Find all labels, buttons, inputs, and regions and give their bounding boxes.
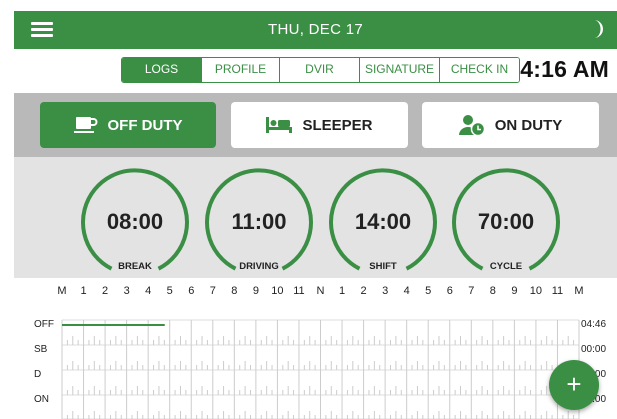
hour-label: 10 [529,285,543,297]
row-label-on: ON [34,394,49,405]
tab-profile[interactable]: PROFILE [202,58,280,82]
hour-label: M [574,285,584,297]
hour-label: 7 [209,285,216,297]
cycle-timer-label: CYCLE [489,261,523,272]
coffee-cup-icon [73,117,97,133]
hour-label: 8 [231,285,238,297]
tab-group: LOGS PROFILE DVIR SIGNATURE CHECK IN [121,57,520,83]
driving-timer: 11:00 DRIVING [203,163,315,275]
hour-label: 1 [338,285,346,297]
hour-label: 9 [511,285,518,297]
tab-bar: LOGS PROFILE DVIR SIGNATURE CHECK IN 4:1… [14,49,617,93]
hour-label: 3 [123,285,130,297]
hour-label: 6 [188,285,195,297]
break-timer: 08:00 BREAK [79,163,191,275]
shift-timer-value: 14:00 [354,209,412,234]
total-sb: 00:00 [581,344,607,355]
row-label-sb: SB [34,344,48,355]
row-label-off: OFF [34,319,54,330]
cycle-timer: 70:00 CYCLE [450,163,562,275]
moon-icon[interactable] [587,19,605,39]
tab-signature[interactable]: SIGNATURE [360,58,440,82]
hour-label: 2 [102,285,109,297]
hour-label: 4 [403,285,410,297]
off-duty-label: OFF DUTY [107,116,183,134]
hour-label: N [316,285,325,297]
date-title: THU, DEC 17 [268,21,363,38]
sleeper-label: SLEEPER [302,116,373,134]
hour-label: M [57,285,67,297]
hour-label: 3 [382,285,389,297]
log-grid: M 1 2 3 4 5 6 7 8 9 10 11 N 1 2 3 4 5 6 7 8 9 10 11 M OFF SB D O… [14,278,617,419]
tab-logs[interactable]: LOGS [122,58,202,82]
hour-label: 7 [468,285,475,297]
duty-status-bar: OFF DUTY SLEEPER ON DUTY [14,93,617,157]
add-button[interactable]: + [549,360,599,410]
hour-label: 5 [425,285,432,297]
on-duty-label: ON DUTY [494,116,563,134]
hour-label: 2 [360,285,367,297]
bed-icon [266,117,293,133]
hour-label: 1 [80,285,87,297]
driving-timer-value: 11:00 [231,209,287,234]
off-duty-button[interactable]: OFF DUTY [40,102,216,148]
break-timer-value: 08:00 [106,209,164,234]
row-label-d: D [34,369,42,380]
on-duty-button[interactable]: ON DUTY [422,102,599,148]
hour-label: 11 [293,285,305,297]
total-off: 04:46 [581,319,607,330]
top-app-bar: THU, DEC 17 [14,11,617,49]
hour-label: 6 [446,285,453,297]
driving-timer-label: DRIVING [239,261,279,272]
break-timer-label: BREAK [118,261,152,272]
hour-label: 10 [271,285,284,297]
tab-dvir[interactable]: DVIR [280,58,360,82]
hour-label: 5 [166,285,173,297]
hour-label: 9 [252,285,259,297]
tab-check-in[interactable]: CHECK IN [440,58,519,82]
current-time: 4:16 AM [520,56,609,82]
log-grid-chart [61,319,580,419]
cycle-timer-value: 70:00 [477,209,535,234]
shift-timer-label: SHIFT [369,261,397,272]
hour-label: 11 [551,285,564,297]
hour-label: 4 [145,285,152,297]
sleeper-button[interactable]: SLEEPER [231,102,408,148]
timers-panel: 08:00 BREAK 11:00 DRIVING 14:00 SHIFT 70… [14,157,617,278]
shift-timer: 14:00 SHIFT [327,163,439,275]
hour-label: 8 [489,285,496,297]
person-clock-icon [458,115,485,136]
